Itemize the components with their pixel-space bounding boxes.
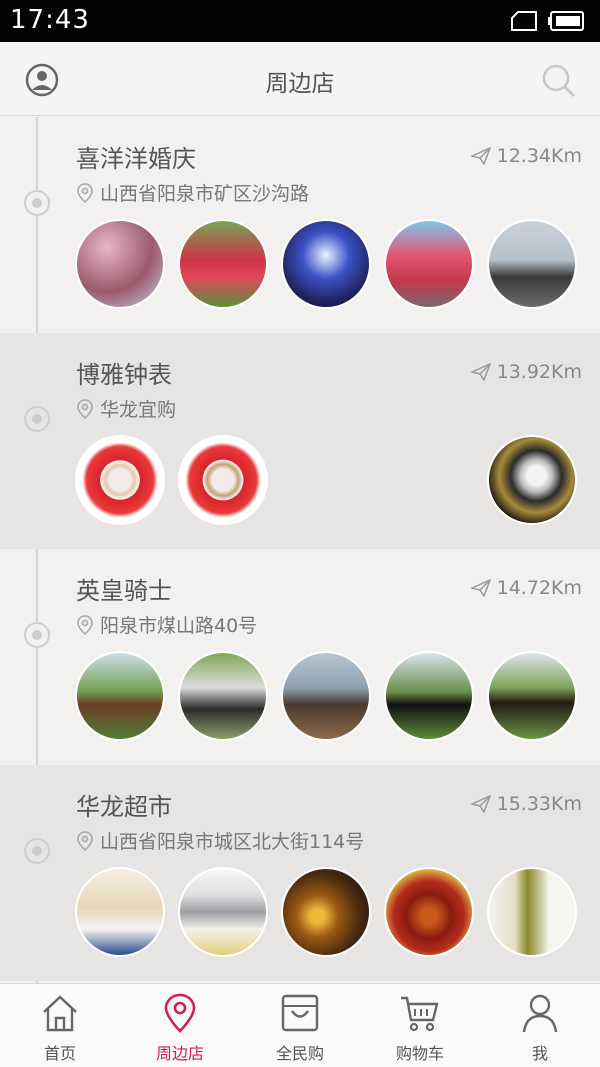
distance-value: 13.92Km: [496, 361, 582, 383]
store-card[interactable]: 博雅钟表 13.92Km 华龙宜购: [0, 333, 600, 549]
store-photo[interactable]: [75, 435, 165, 525]
store-photo[interactable]: [75, 219, 165, 309]
store-photo[interactable]: [281, 219, 371, 309]
location-pin-icon: [77, 830, 93, 851]
store-photo[interactable]: [487, 219, 577, 309]
tab-label: 我: [531, 1044, 548, 1063]
page-title: 周边店: [265, 71, 335, 97]
distance-value: 14.72Km: [496, 577, 582, 599]
store-distance: 13.92Km: [470, 361, 582, 383]
timeline-dot: [24, 190, 50, 216]
store-distance: 12.34Km: [470, 145, 582, 167]
store-photo[interactable]: [281, 867, 371, 957]
store-photo[interactable]: [384, 651, 474, 741]
store-name: 华龙超市: [76, 793, 172, 821]
store-photo[interactable]: [75, 867, 165, 957]
location-pin-icon: [77, 614, 93, 635]
store-name: 英皇骑士: [76, 577, 172, 605]
store-distance: 15.33Km: [470, 793, 582, 815]
store-photo[interactable]: [178, 219, 268, 309]
store-photo[interactable]: [487, 435, 577, 525]
distance-value: 15.33Km: [496, 793, 582, 815]
store-photo[interactable]: [178, 651, 268, 741]
address-text: 阳泉市煤山路40号: [100, 615, 258, 637]
store-name: 喜洋洋婚庆: [76, 145, 196, 173]
shopping-bag-icon: [281, 994, 319, 1032]
store-photo[interactable]: [384, 867, 474, 957]
tab-nearby-stores[interactable]: 周边店: [120, 984, 240, 1067]
tab-group-buy[interactable]: 全民购: [240, 984, 360, 1067]
store-card[interactable]: 英皇骑士 14.72Km 阳泉市煤山路40号: [0, 549, 600, 765]
person-icon: [522, 994, 558, 1033]
paper-plane-icon: [470, 795, 491, 813]
store-photo[interactable]: [178, 867, 268, 957]
store-photo[interactable]: [178, 435, 268, 525]
bottom-tab-bar: 首页 周边店 全民购 购物车 我: [0, 983, 600, 1067]
tab-me[interactable]: 我: [480, 984, 600, 1067]
paper-plane-icon: [470, 579, 491, 597]
location-pin-icon: [164, 993, 196, 1033]
tab-label: 首页: [43, 1044, 76, 1063]
location-pin-icon: [77, 398, 93, 419]
top-nav-bar: 周边店: [0, 42, 600, 116]
sim-card-icon: [511, 11, 537, 31]
timeline-dot: [24, 406, 50, 432]
cart-icon: [401, 996, 439, 1032]
tab-label: 周边店: [155, 1044, 204, 1063]
address-text: 山西省阳泉市城区北大街114号: [100, 831, 365, 853]
location-pin-icon: [77, 182, 93, 203]
paper-plane-icon: [470, 363, 491, 381]
store-photo[interactable]: [281, 651, 371, 741]
store-address: 阳泉市煤山路40号: [76, 611, 257, 638]
store-card[interactable]: 华龙超市 15.33Km 山西省阳泉市城区北大街114号: [0, 765, 600, 981]
search-icon[interactable]: [540, 62, 576, 98]
store-list[interactable]: 喜洋洋婚庆 12.34Km 山西省阳泉市矿区沙沟路 博雅钟表 13.92Km 华…: [0, 117, 600, 983]
tab-cart[interactable]: 购物车: [360, 984, 480, 1067]
store-address: 山西省阳泉市矿区沙沟路: [76, 179, 309, 206]
address-text: 山西省阳泉市矿区沙沟路: [100, 183, 310, 205]
store-address: 华龙宜购: [76, 395, 176, 422]
store-photo[interactable]: [487, 651, 577, 741]
battery-icon: [548, 11, 584, 31]
status-time: 17:43: [10, 5, 90, 35]
distance-value: 12.34Km: [496, 145, 582, 167]
paper-plane-icon: [470, 147, 491, 165]
status-bar: 17:43: [0, 0, 600, 42]
store-photo[interactable]: [384, 219, 474, 309]
store-address: 山西省阳泉市城区北大街114号: [76, 827, 364, 854]
store-photo[interactable]: [75, 651, 165, 741]
store-card[interactable]: 喜洋洋婚庆 12.34Km 山西省阳泉市矿区沙沟路: [0, 117, 600, 333]
address-text: 华龙宜购: [100, 399, 177, 421]
tab-label: 购物车: [395, 1044, 444, 1063]
store-name: 博雅钟表: [76, 361, 172, 389]
tab-home[interactable]: 首页: [0, 984, 120, 1067]
home-icon: [43, 995, 77, 1032]
timeline-dot: [24, 622, 50, 648]
store-photo[interactable]: [487, 867, 577, 957]
tab-label: 全民购: [275, 1044, 324, 1063]
timeline-dot: [24, 838, 50, 864]
store-distance: 14.72Km: [470, 577, 582, 599]
